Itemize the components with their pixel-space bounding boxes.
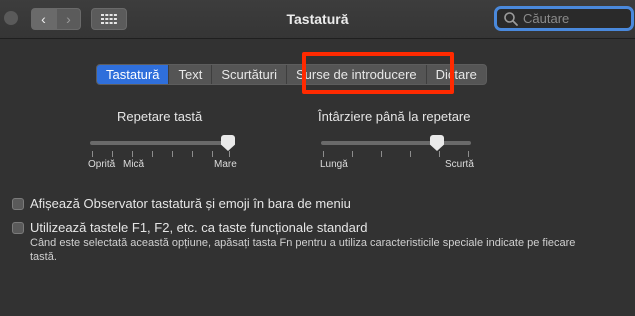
tick [192, 151, 193, 157]
repeat-delay-label-long: Lungă [320, 159, 348, 170]
title-bar: ‹ › Tastatură [0, 0, 635, 39]
search-icon [504, 11, 518, 26]
repeat-delay-label-short: Scurtă [445, 159, 474, 170]
tab-shortcuts[interactable]: Scurtături [212, 65, 287, 84]
tick [410, 151, 411, 157]
fn-keys-label: Utilizează tastele F1, F2, etc. ca taste… [30, 220, 368, 235]
repeat-delay-knob[interactable] [430, 135, 444, 151]
tick [229, 151, 230, 157]
fn-keys-help-text: Când este selectată această opțiune, apă… [30, 237, 576, 263]
tick [172, 151, 173, 157]
show-viewer-checkbox[interactable] [12, 197, 24, 210]
key-repeat-label-slow: Mică [123, 159, 145, 170]
tick [468, 151, 469, 157]
tab-keyboard[interactable]: Tastatură [97, 65, 170, 84]
search-input[interactable] [521, 10, 625, 27]
tick [439, 151, 440, 157]
fn-keys-option[interactable]: Utilizează tastele F1, F2, etc. ca taste… [12, 220, 367, 235]
tick [132, 151, 133, 157]
tick [323, 151, 324, 157]
tab-text[interactable]: Text [169, 65, 213, 84]
highlight-annotation [302, 52, 454, 94]
repeat-delay-title: Întârziere până la repetare [318, 109, 471, 124]
tick [212, 151, 213, 157]
repeat-delay-track[interactable] [321, 141, 471, 145]
key-repeat-label-fast: Mare [214, 159, 237, 170]
show-viewer-option[interactable]: Afișează Observator tastatură și emoji î… [12, 196, 351, 211]
tick [381, 151, 382, 157]
key-repeat-knob[interactable] [221, 135, 235, 151]
fn-keys-checkbox[interactable] [12, 221, 24, 234]
tick [112, 151, 113, 157]
show-viewer-label: Afișează Observator tastatură și emoji î… [30, 196, 351, 211]
key-repeat-track[interactable] [90, 141, 232, 145]
search-field[interactable] [494, 6, 634, 31]
key-repeat-title: Repetare tastă [117, 109, 203, 124]
tick [92, 151, 93, 157]
tick [152, 151, 153, 157]
key-repeat-label-off: Oprită [88, 159, 116, 170]
tick [352, 151, 353, 157]
